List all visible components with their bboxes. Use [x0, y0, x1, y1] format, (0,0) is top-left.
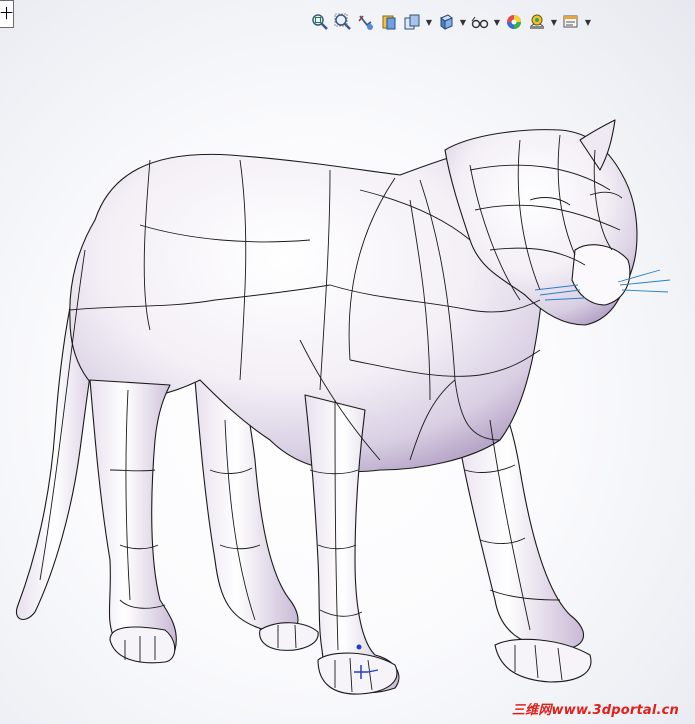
far-hind-paw	[259, 622, 319, 651]
graphics-viewport[interactable]: 十 ▼ ▼ ▼ ▼ ▼ 三维网www.3dportal.cn	[0, 0, 695, 724]
panther-surface-model[interactable]	[0, 0, 695, 724]
near-hind-leg	[89, 379, 177, 660]
near-hind-paw	[109, 626, 176, 664]
watermark-text: 三维网www.3dportal.cn	[511, 703, 679, 718]
